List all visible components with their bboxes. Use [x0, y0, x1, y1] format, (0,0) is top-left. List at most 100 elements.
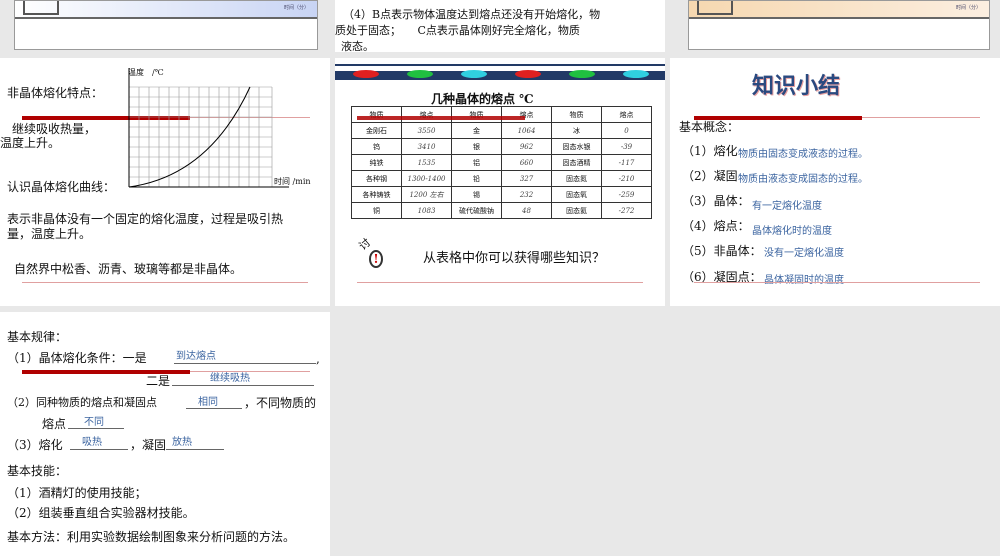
table-row: 铜 1083 硫代硫酸钠 48 固态氦 -272: [351, 202, 652, 219]
cell: 3550: [401, 122, 452, 139]
cell: -259: [601, 186, 652, 203]
concept-label: （5）非晶体：: [682, 244, 762, 258]
slide-thumbnail-top-middle[interactable]: （4）B点表示物体温度达到熔点还没有开始熔化，物 质处于固态； C点表示晶体刚好…: [335, 0, 665, 52]
title-underline: [357, 116, 525, 120]
concept-definition: 物质由固态变成液态的过程。: [738, 149, 868, 160]
slide-thumbnail-rules[interactable]: 基本规律： （1）晶体熔化条件：一是 到达熔点 , 二是 继续吸热 （2）同种物…: [0, 312, 330, 556]
melting-point-table: 物质 熔点 物质 熔点 物质 熔点 金刚石 3550 金 1064 冰 0 钨 3410 银 962 固态水…: [351, 106, 652, 219]
axis-label: 时间（分）: [283, 5, 309, 11]
cell: 铜: [351, 202, 402, 219]
slide-text: 熔点: [42, 417, 67, 431]
comma: ,: [316, 352, 320, 366]
slide-thumbnail-amorphous[interactable]: 非晶体熔化特点： 继续吸收热量， 温度上升。 认识晶体熔化曲线： 温度 /℃ 时…: [0, 58, 330, 306]
table-row: 各种钢 1300-1400 铅 327 固态氮 -210: [351, 170, 652, 187]
slide-thumbnail-top-right[interactable]: 时间（分）: [670, 0, 1000, 52]
apparatus-icon: [23, 1, 59, 15]
table-row: 金刚石 3550 金 1064 冰 0: [351, 122, 652, 139]
cell: 232: [501, 186, 552, 203]
slide-text: 温度上升。: [0, 136, 61, 150]
table-row: 钨 3410 银 962 固态水银 -39: [351, 138, 652, 155]
cell: 铝: [451, 154, 502, 171]
cell: 固态氦: [551, 202, 602, 219]
divider: [190, 371, 310, 372]
slide-text: ，不同物质的: [244, 396, 317, 410]
slide-text: （1）酒精灯的使用技能；: [7, 486, 147, 500]
blank-line: [70, 449, 128, 450]
cell: 1535: [401, 154, 452, 171]
cell: -272: [601, 202, 652, 219]
concept-definition: 有一定熔化温度: [752, 201, 822, 212]
slide-heading: 基本规律：: [7, 330, 68, 344]
slide-text: ，凝固: [130, 438, 167, 452]
slide-text: （3）熔化: [7, 438, 63, 452]
slide-text: 自然界中松香、沥青、玻璃等都是非晶体。: [14, 262, 243, 276]
slide-text: 基本方法：利用实验数据绘制图象来分析问题的方法。: [7, 530, 296, 544]
cell: 硫代硫酸钠: [451, 202, 502, 219]
cell: 固态氮: [551, 170, 602, 187]
header-cell: 物质: [451, 106, 502, 123]
apparatus-icon: [697, 1, 733, 15]
table-row: 纯铁 1535 铝 660 固态酒精 -117: [351, 154, 652, 171]
melting-curve-chart: [128, 68, 289, 188]
blank-line: [166, 449, 224, 450]
divider: [22, 282, 308, 283]
cell: 48: [501, 202, 552, 219]
blank-answer: 相同: [198, 397, 218, 408]
slide-text: （1）晶体熔化条件：一是: [7, 351, 147, 365]
slide-heading: 基本技能：: [7, 464, 68, 478]
slide-heading: 非晶体熔化特点：: [7, 86, 104, 100]
blank-line: [186, 408, 242, 409]
cell: 铅: [451, 170, 502, 187]
cell: 各种铸铁: [351, 186, 402, 203]
table-row: 各种铸铁 1200 左右锡 232 固态氧 -259: [351, 186, 652, 203]
concept-label: （1）熔化: [682, 144, 738, 158]
slide-thumbnail-top-left[interactable]: 时间（分）: [0, 0, 330, 52]
concept-label: （3）晶体：: [682, 194, 750, 208]
cell: 1064: [501, 122, 552, 139]
cell: 钨: [351, 138, 402, 155]
slide-text: 认识晶体熔化曲线：: [7, 180, 116, 194]
cell: 固态水银: [551, 138, 602, 155]
blank-answer: 放热: [172, 437, 192, 448]
cell: 银: [451, 138, 502, 155]
slide-thumbnail-melting-table[interactable]: 几种晶体的熔点 ℃ 物质 熔点 物质 熔点 物质 熔点 金刚石 3550 金 1064 冰 0 钨3…: [335, 58, 665, 306]
divider: [694, 282, 980, 283]
summary-title: 知识小结: [752, 74, 841, 99]
header-cell: 熔点: [501, 106, 552, 123]
header-cell: 物质: [351, 106, 402, 123]
concept-definition: 晶体凝固时的温度: [764, 275, 844, 286]
blank-answer: 不同: [84, 417, 104, 428]
concept-label: （4）熔点：: [682, 219, 750, 233]
cell: 3410: [401, 138, 452, 155]
cell: 纯铁: [351, 154, 402, 171]
blank-answer: 到达熔点: [176, 351, 216, 362]
blank-answer: 吸热: [82, 437, 102, 448]
concept-definition: 没有一定熔化温度: [764, 248, 844, 259]
slide-text: 质处于固态； C点表示晶体刚好完全熔化，物质: [335, 24, 580, 37]
concept-definition: 晶体熔化时的温度: [752, 226, 832, 237]
cell: -117: [601, 154, 652, 171]
cell: -39: [601, 138, 652, 155]
slide-text: 二是: [146, 374, 171, 388]
slide-heading: 基本概念：: [679, 120, 740, 134]
blank-answer: 继续吸热: [210, 373, 250, 384]
cell: 0: [601, 122, 652, 139]
slide-text: （4）B点表示物体温度达到熔点还没有开始熔化，物: [343, 8, 601, 21]
cell: 1083: [401, 202, 452, 219]
cell: 1200 左右: [401, 186, 452, 203]
cell: 固态酒精: [551, 154, 602, 171]
cell: 冰: [551, 122, 602, 139]
lamp-banner: [335, 60, 665, 80]
concept-label: （2）凝固: [682, 169, 738, 183]
cell: 金: [451, 122, 502, 139]
divider: [357, 282, 643, 283]
cell: 660: [501, 154, 552, 171]
slide-thumbnail-summary[interactable]: 知识小结 基本概念： （1）熔化 物质由固态变成液态的过程。 （2）凝固 物质由液态…: [670, 58, 1000, 306]
cell: 327: [501, 170, 552, 187]
header-cell: 物质: [551, 106, 602, 123]
concept-definition: 物质由液态变成固态的过程。: [738, 174, 868, 185]
slide-text: 液态。: [341, 40, 374, 52]
cell: 锡: [451, 186, 502, 203]
cell: 金刚石: [351, 122, 402, 139]
blank-line: [68, 428, 124, 429]
